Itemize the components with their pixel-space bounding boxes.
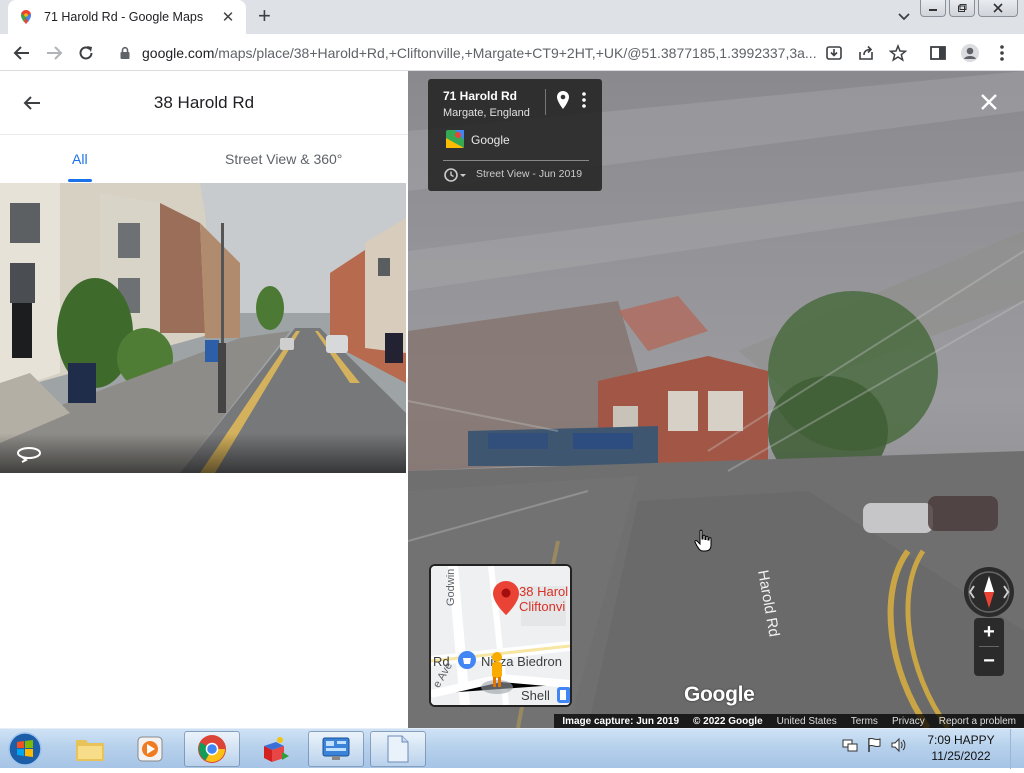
taskbar-control-panel[interactable] xyxy=(308,731,364,767)
document-icon xyxy=(387,735,409,763)
image-capture-date: Image capture: Jun 2019 xyxy=(562,715,680,727)
google-watermark-logo: Google xyxy=(684,683,755,706)
panel-title: 38 Harold Rd xyxy=(153,93,255,112)
restore-button[interactable] xyxy=(949,0,975,17)
photo-tabs: All Street View & 360° xyxy=(0,135,408,183)
chrome-icon xyxy=(198,735,226,763)
card-divider xyxy=(545,89,546,115)
address-bar[interactable]: google.com/maps/place/38+Harold+Rd,+Clif… xyxy=(108,38,828,68)
minimap-place-line1: 38 Harol xyxy=(519,584,569,599)
browser-menu-icon[interactable] xyxy=(992,43,1012,63)
location-pin-icon xyxy=(493,581,519,615)
google-maps-icon xyxy=(18,9,34,25)
location-title[interactable]: 71 Harold Rd xyxy=(443,89,517,103)
zoom-out-button[interactable]: − xyxy=(974,647,1004,675)
fuel-station-icon xyxy=(557,687,570,703)
pegman-icon[interactable] xyxy=(479,650,515,694)
hand-cursor-icon xyxy=(694,529,714,553)
minimap[interactable]: 38 Harol Cliftonvi Godwin Rd Rd Nisza Bi… xyxy=(429,564,572,707)
tab-all[interactable]: All xyxy=(72,151,88,167)
active-tab-indicator xyxy=(68,179,92,182)
card-divider-horizontal xyxy=(443,160,589,161)
capture-date: Street View - Jun 2019 xyxy=(476,168,583,180)
folder-icon xyxy=(76,740,104,761)
network-icon[interactable] xyxy=(842,737,858,753)
taskbar-chrome[interactable] xyxy=(184,731,240,767)
tab-title: 71 Harold Rd - Google Maps xyxy=(44,10,204,24)
place-side-panel: 38 Harold Rd All Street View & 360° xyxy=(0,71,408,728)
imagery-source: Google xyxy=(471,133,510,147)
bookmark-star-icon[interactable] xyxy=(888,43,908,63)
footer-link-terms[interactable]: Terms xyxy=(851,716,878,727)
footer-link-privacy[interactable]: Privacy xyxy=(892,716,925,727)
compass-icon[interactable] xyxy=(964,567,1014,617)
media-player-icon xyxy=(137,736,163,762)
tab-search-chevron-icon[interactable] xyxy=(896,8,912,24)
more-options-icon[interactable] xyxy=(581,91,587,109)
minimap-street-godwin: Godwin Rd xyxy=(445,564,457,606)
forward-icon[interactable] xyxy=(44,43,64,63)
minimap-place-line2: Cliftonvi xyxy=(519,599,566,614)
close-window-button[interactable] xyxy=(978,0,1018,17)
taskbar-file-explorer[interactable] xyxy=(62,731,118,767)
cube-app-icon xyxy=(264,737,289,762)
back-icon[interactable] xyxy=(12,43,32,63)
tab-close-icon[interactable]: ✕ xyxy=(220,8,236,26)
time-travel-history-icon[interactable] xyxy=(443,167,469,183)
show-desktop-button[interactable] xyxy=(1010,729,1024,769)
clock-date: 11/25/2022 xyxy=(931,749,991,763)
lock-icon[interactable] xyxy=(118,46,132,60)
control-panel-icon xyxy=(322,737,350,760)
google-maps-logo-icon xyxy=(446,130,464,148)
browser-tab[interactable]: 71 Harold Rd - Google Maps ✕ xyxy=(8,0,246,34)
url-text[interactable]: google.com/maps/place/38+Harold+Rd,+Clif… xyxy=(142,45,828,61)
street-view-thumbnail[interactable] xyxy=(0,183,406,473)
action-center-flag-icon[interactable] xyxy=(866,737,882,753)
windows-taskbar: 7:09 HAPPY 11/25/2022 xyxy=(0,728,1024,769)
taskbar-app-cube[interactable] xyxy=(246,731,302,767)
tab-street-view-360[interactable]: Street View & 360° xyxy=(225,151,342,167)
install-app-icon[interactable] xyxy=(824,43,844,63)
location-subtitle: Margate, England xyxy=(443,107,530,119)
taskbar-notepad[interactable] xyxy=(370,731,426,767)
street-view-panorama[interactable]: Harold Rd 71 Harold Rd Margate, England … xyxy=(408,71,1024,728)
volume-icon[interactable] xyxy=(890,737,906,753)
panel-header: 38 Harold Rd xyxy=(0,71,408,135)
footer-link-region[interactable]: United States xyxy=(777,716,837,727)
footer-link-report[interactable]: Report a problem xyxy=(939,716,1016,727)
minimize-button[interactable] xyxy=(920,0,946,17)
browser-toolbar: google.com/maps/place/38+Harold+Rd,+Clif… xyxy=(0,34,1024,71)
tab-strip: 71 Harold Rd - Google Maps ✕ + xyxy=(0,0,1024,34)
taskbar-media-player[interactable] xyxy=(122,731,178,767)
clock-time: 7:09 HAPPY xyxy=(927,733,995,747)
side-panel-icon[interactable] xyxy=(928,43,948,63)
shop-poi-icon xyxy=(458,651,476,669)
copyright-text: © 2022 Google xyxy=(693,715,763,727)
profile-avatar-icon[interactable] xyxy=(960,43,980,63)
close-icon[interactable] xyxy=(980,93,998,111)
street-view-footer: Image capture: Jun 2019 © 2022 Google Un… xyxy=(408,714,1024,728)
new-tab-button[interactable]: + xyxy=(258,5,271,27)
window-controls xyxy=(920,0,1018,17)
share-icon[interactable] xyxy=(856,43,876,63)
map-pin-icon[interactable] xyxy=(556,90,570,110)
360-rotate-icon xyxy=(16,445,42,463)
location-info-card: 71 Harold Rd Margate, England Google Str… xyxy=(428,79,602,191)
url-path: /maps/place/38+Harold+Rd,+Cliftonville,+… xyxy=(214,45,817,61)
minimap-shell-label: Shell xyxy=(521,688,550,703)
system-tray xyxy=(842,737,906,753)
start-button[interactable] xyxy=(4,730,46,768)
reload-icon[interactable] xyxy=(76,43,96,63)
zoom-in-button[interactable]: + xyxy=(974,618,1004,646)
zoom-controls: + − xyxy=(974,618,1004,676)
url-host: google.com xyxy=(142,45,215,61)
taskbar-clock[interactable]: 7:09 HAPPY 11/25/2022 xyxy=(918,732,1004,764)
